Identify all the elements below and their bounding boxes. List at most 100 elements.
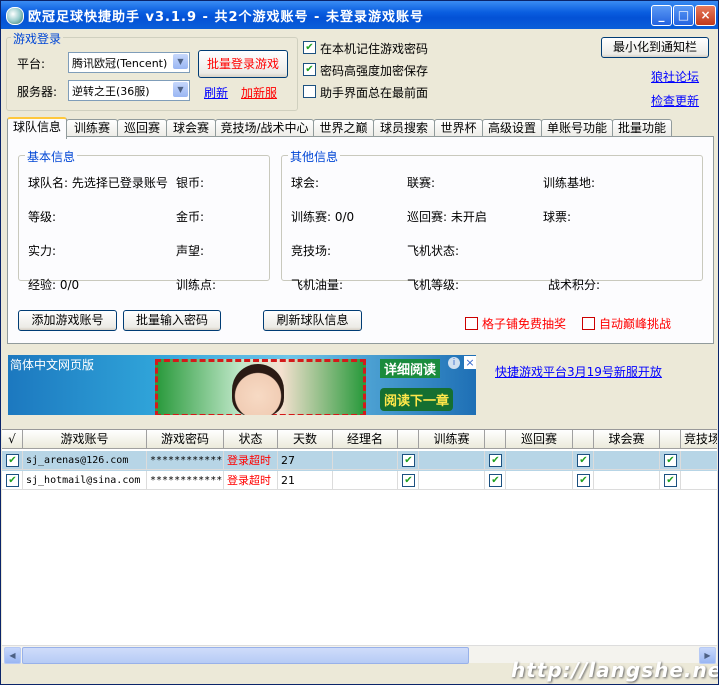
training-points-label: 训练点: [176, 278, 217, 292]
ad-next-chapter-button[interactable]: 阅读下一章 [380, 388, 454, 411]
arena-checkbox[interactable]: ✔ [664, 474, 677, 487]
row-select-checkbox[interactable]: ✔ [6, 474, 19, 487]
tab-batch[interactable]: 批量功能 [612, 119, 672, 137]
column-header-account[interactable]: 游戏账号 [23, 430, 147, 449]
column-header-training-check[interactable] [398, 430, 419, 449]
column-header-arena-check[interactable] [660, 430, 681, 449]
tab-club-match[interactable]: 球会赛 [166, 119, 216, 137]
free-lottery-checkbox[interactable] [465, 317, 478, 330]
status-cell: 登录超时 [224, 451, 278, 470]
refresh-team-button[interactable]: 刷新球队信息 [263, 310, 362, 331]
column-header-club-check[interactable] [573, 430, 594, 449]
training-checkbox[interactable]: ✔ [402, 474, 415, 487]
tour-checkbox[interactable]: ✔ [489, 474, 502, 487]
platform-label: 平台: [17, 57, 46, 71]
training-checkbox[interactable]: ✔ [402, 454, 415, 467]
account-cell: sj_arenas@126.com [23, 451, 147, 470]
app-icon [6, 7, 24, 25]
scrollbar-thumb[interactable] [22, 647, 469, 664]
tour-checkbox[interactable]: ✔ [489, 454, 502, 467]
server-select[interactable]: 逆转之王(36服) ▼ [68, 80, 190, 101]
server-value: 逆转之王(36服) [72, 85, 150, 98]
basic-info-label: 基本信息 [25, 148, 78, 165]
strength-label: 实力: [28, 244, 57, 258]
free-lottery-label: 格子铺免费抽奖 [482, 317, 567, 331]
table-row[interactable]: ✔ sj_hotmail@sina.com ************ 登录超时 … [2, 471, 717, 491]
new-server-link[interactable]: 快捷游戏平台3月19号新服开放 [495, 363, 662, 380]
batch-import-button[interactable]: 批量输入密码 [123, 310, 221, 331]
batch-login-button[interactable]: 批量登录游戏 [198, 50, 288, 78]
tab-single-account[interactable]: 单账号功能 [541, 119, 613, 137]
row-select-checkbox[interactable]: ✔ [6, 454, 19, 467]
ad-portrait-image [232, 364, 284, 415]
window-title: 欧冠足球快捷助手 v3.1.9 - 共2个游戏账号 - 未登录游戏账号 [28, 10, 424, 25]
scroll-left-icon[interactable]: ◀ [4, 647, 21, 664]
club-label: 球会: [291, 176, 320, 190]
add-server-link[interactable]: 加新服 [241, 84, 277, 101]
level-label: 等级: [28, 210, 57, 224]
ad-info-icon[interactable]: i [448, 357, 460, 369]
chevron-down-icon[interactable]: ▼ [173, 82, 188, 97]
column-header-days[interactable]: 天数 [278, 430, 333, 449]
column-header-training[interactable]: 训练赛 [419, 430, 485, 449]
tab-training[interactable]: 训练赛 [66, 119, 118, 137]
ad-close-icon[interactable]: × [464, 356, 476, 369]
ad-banner[interactable]: 简体中文网页版 详细阅读 阅读下一章 i × [8, 355, 476, 415]
ad-corner-text: 简体中文网页版 [10, 358, 95, 372]
remember-password-label: 在本机记住游戏密码 [320, 42, 429, 56]
tab-world-cup[interactable]: 世界杯 [434, 119, 483, 137]
team-name-text: 球队名: 先选择已登录账号 [28, 176, 168, 190]
maximize-button[interactable]: □ [673, 5, 694, 26]
league-label: 联赛: [407, 176, 436, 190]
chevron-down-icon[interactable]: ▼ [173, 54, 188, 69]
club-checkbox[interactable]: ✔ [577, 474, 590, 487]
encrypt-password-checkbox[interactable]: ✔ [303, 63, 316, 76]
platform-select[interactable]: 腾讯欧冠(Tencent) ▼ [68, 52, 190, 73]
title-bar[interactable]: 欧冠足球快捷助手 v3.1.9 - 共2个游戏账号 - 未登录游戏账号 _ □ … [1, 1, 718, 29]
reputation-label: 声望: [176, 244, 205, 258]
table-row[interactable]: ✔ sj_arenas@126.com ************ 登录超时 27… [2, 451, 717, 471]
tab-world-peak[interactable]: 世界之巅 [313, 119, 374, 137]
column-header-password[interactable]: 游戏密码 [147, 430, 224, 449]
tab-tour[interactable]: 巡回赛 [117, 119, 167, 137]
auto-peak-checkbox[interactable] [582, 317, 595, 330]
club-checkbox[interactable]: ✔ [577, 454, 590, 467]
tab-arena[interactable]: 竞技场/战术中心 [215, 119, 314, 137]
auto-peak-label: 自动巅峰挑战 [599, 317, 672, 331]
column-header-club[interactable]: 球会赛 [594, 430, 660, 449]
remember-password-checkbox[interactable]: ✔ [303, 41, 316, 54]
tab-player-search[interactable]: 球员搜索 [373, 119, 435, 137]
manager-cell [333, 471, 398, 490]
minimize-to-tray-button[interactable]: 最小化到通知栏 [601, 37, 709, 58]
tickets-label: 球票: [543, 210, 572, 224]
check-update-link[interactable]: 检查更新 [651, 92, 699, 109]
tactic-points-label: 战术积分: [548, 278, 601, 292]
column-header-manager[interactable]: 经理名 [333, 430, 398, 449]
arena-checkbox[interactable]: ✔ [664, 454, 677, 467]
plane-status-label: 飞机状态: [407, 244, 460, 258]
add-account-button[interactable]: 添加游戏账号 [18, 310, 117, 331]
refresh-link[interactable]: 刷新 [204, 84, 228, 101]
forum-link[interactable]: 狼社论坛 [651, 68, 699, 85]
column-header-check[interactable]: √ [2, 430, 23, 449]
ad-detail-button[interactable]: 详细阅读 [380, 359, 441, 378]
ad-image-frame[interactable] [155, 359, 366, 415]
tab-advanced[interactable]: 高级设置 [482, 119, 542, 137]
close-button[interactable]: × [695, 5, 716, 26]
training-base-label: 训练基地: [543, 176, 596, 190]
platform-value: 腾讯欧冠(Tencent) [72, 57, 168, 70]
tour-text: 巡回赛: 未开启 [407, 210, 487, 224]
exp-text: 经验: 0/0 [28, 278, 80, 292]
minimize-button[interactable]: _ [651, 5, 672, 26]
main-window: 欧冠足球快捷助手 v3.1.9 - 共2个游戏账号 - 未登录游戏账号 _ □ … [0, 0, 719, 685]
column-header-tour[interactable]: 巡回赛 [506, 430, 573, 449]
days-cell: 21 [278, 471, 333, 490]
column-header-arena[interactable]: 竞技场 [681, 430, 717, 449]
column-header-status[interactable]: 状态 [224, 430, 278, 449]
arena-label: 竞技场: [291, 244, 332, 258]
column-header-tour-check[interactable] [485, 430, 506, 449]
always-on-top-checkbox[interactable] [303, 85, 316, 98]
tab-team-info[interactable]: 球队信息 [7, 117, 67, 139]
plane-level-label: 飞机等级: [407, 278, 460, 292]
coins-label: 银币: [176, 176, 205, 190]
